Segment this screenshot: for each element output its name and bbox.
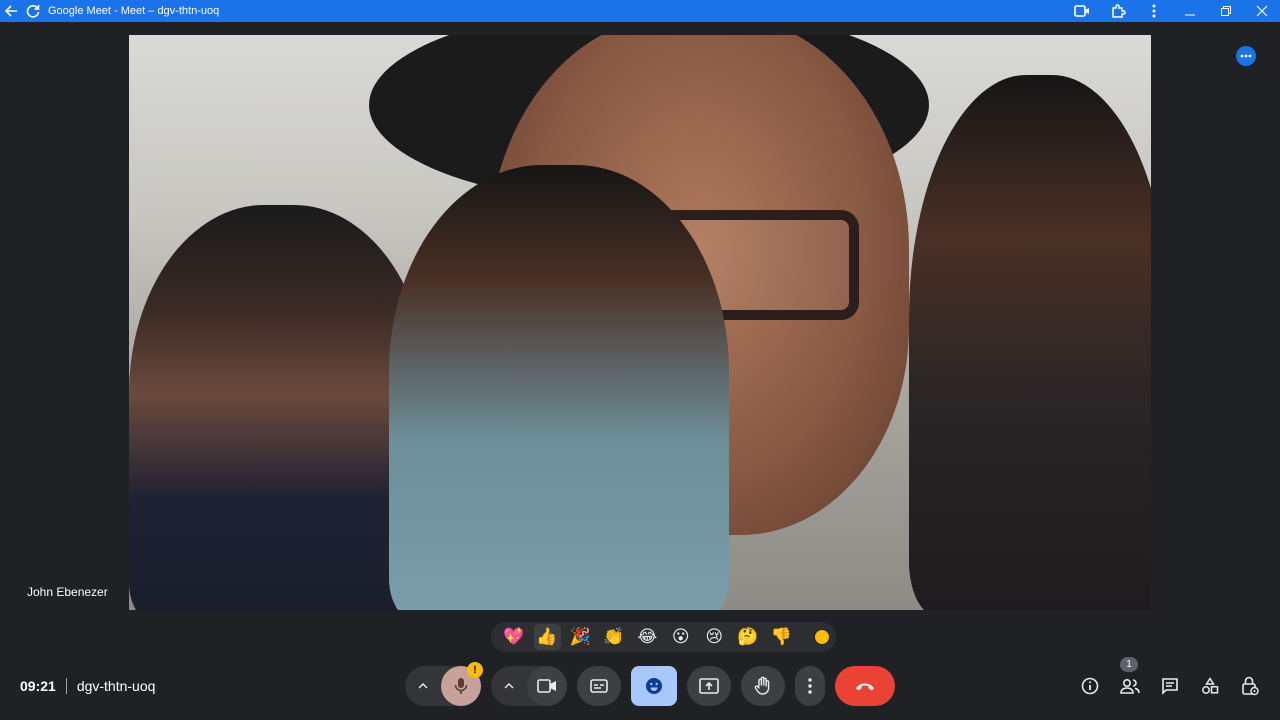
camera-button[interactable] xyxy=(527,666,567,706)
call-controls: ! xyxy=(405,662,895,706)
emoji-icon xyxy=(646,678,662,694)
reload-icon[interactable] xyxy=(22,0,44,22)
audio-group: ! xyxy=(405,662,483,706)
raise-hand-icon xyxy=(754,676,770,695)
host-controls-icon xyxy=(1242,676,1259,696)
reaction-thumbs-down[interactable]: 👎 xyxy=(765,622,799,652)
extension-icon[interactable] xyxy=(1100,0,1136,22)
restore-icon[interactable] xyxy=(1208,0,1244,22)
more-options-button[interactable] xyxy=(795,666,825,706)
reaction-thumbs-up[interactable]: 👍 xyxy=(533,624,561,650)
video-person-center xyxy=(389,165,729,610)
host-controls-button[interactable] xyxy=(1240,676,1260,696)
chat-button[interactable] xyxy=(1160,676,1180,696)
reaction-thinking[interactable]: 🤔 xyxy=(731,622,765,652)
reaction-clapping[interactable]: 👏 xyxy=(597,622,631,652)
captions-button[interactable] xyxy=(577,666,621,706)
mic-button[interactable]: ! xyxy=(441,662,483,706)
reaction-sparkling-heart[interactable]: 💖 xyxy=(497,622,531,652)
reaction-laughing[interactable]: 😂 xyxy=(631,622,665,652)
skin-tone-selector[interactable] xyxy=(814,629,830,645)
end-call-icon xyxy=(856,683,874,691)
participant-name: John Ebenezer xyxy=(27,585,108,599)
tile-options-button[interactable] xyxy=(1236,46,1256,66)
present-icon xyxy=(699,678,719,694)
divider xyxy=(65,678,67,694)
chat-icon xyxy=(1162,678,1178,695)
reactions-bar: 💖 👍 🎉 👏 😂 😮 😢 🤔 👎 xyxy=(491,622,836,652)
leave-call-button[interactable] xyxy=(835,666,895,706)
meeting-code: dgv-thtn-uoq xyxy=(76,678,156,694)
close-icon[interactable] xyxy=(1244,0,1280,22)
participants-count: 1 xyxy=(1120,657,1138,672)
video-tile[interactable] xyxy=(129,35,1151,610)
reaction-surprised[interactable]: 😮 xyxy=(664,622,698,652)
reaction-party-popper[interactable]: 🎉 xyxy=(564,622,598,652)
back-arrow-icon[interactable] xyxy=(0,0,22,22)
title-bar: Google Meet - Meet – dgv-thtn-uoq xyxy=(0,0,1280,22)
info-icon xyxy=(1081,677,1099,695)
emoji-button[interactable] xyxy=(631,666,677,706)
chevron-up-icon xyxy=(418,683,428,689)
raise-hand-button[interactable] xyxy=(741,666,785,706)
audio-options-button[interactable] xyxy=(405,666,441,706)
people-icon xyxy=(1120,678,1140,694)
reaction-crying[interactable]: 😢 xyxy=(698,622,732,652)
chevron-up-icon xyxy=(504,683,514,689)
meeting-info: 09:21 dgv-thtn-uoq xyxy=(20,678,155,694)
meeting-details-button[interactable] xyxy=(1080,676,1100,696)
more-vert-icon xyxy=(808,678,812,694)
present-button[interactable] xyxy=(687,666,731,706)
video-person-right xyxy=(909,75,1151,610)
mic-warning-badge: ! xyxy=(467,662,483,678)
people-button[interactable]: 1 xyxy=(1120,657,1140,696)
camera-icon xyxy=(537,679,556,693)
video-person-left xyxy=(129,205,429,610)
captions-icon xyxy=(590,679,608,693)
activities-button[interactable] xyxy=(1200,676,1220,696)
clock: 09:21 xyxy=(20,678,56,694)
activities-icon xyxy=(1202,677,1219,694)
window-title: Google Meet - Meet – dgv-thtn-uoq xyxy=(48,5,220,17)
mic-icon xyxy=(454,678,468,694)
side-panel-toolbar: 1 xyxy=(1080,657,1260,696)
video-icon[interactable] xyxy=(1064,0,1100,22)
video-group xyxy=(491,666,567,706)
kebab-icon[interactable] xyxy=(1136,0,1172,22)
video-options-button[interactable] xyxy=(491,666,527,706)
minimize-icon[interactable] xyxy=(1172,0,1208,22)
